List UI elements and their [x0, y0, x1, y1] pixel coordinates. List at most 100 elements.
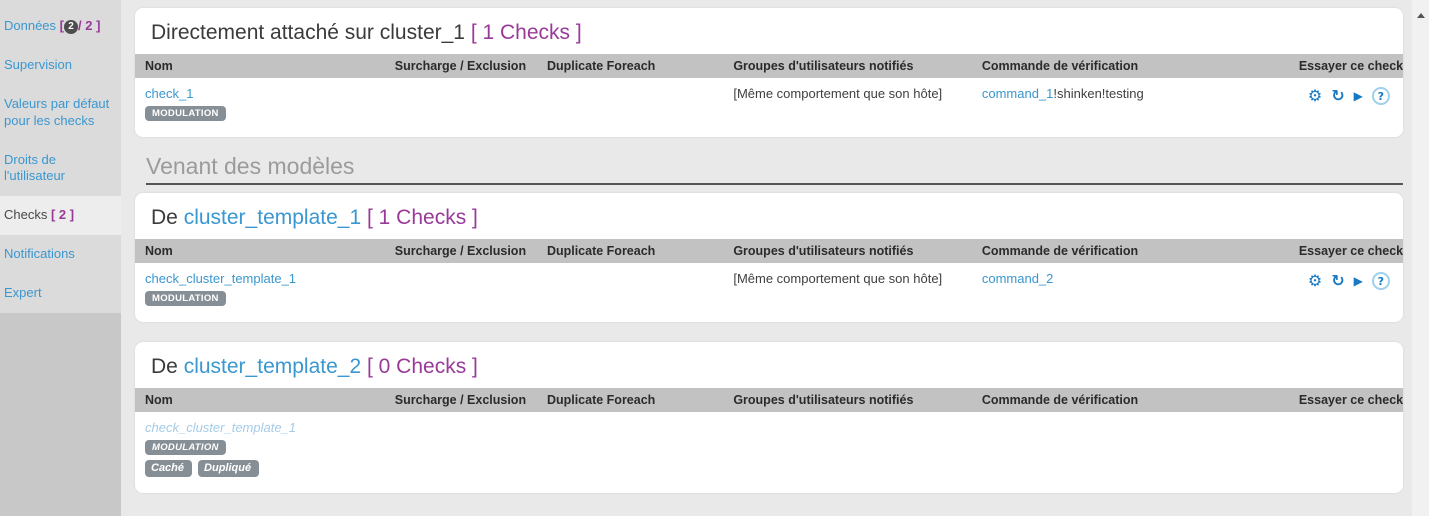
modulation-badge: MODULATION [145, 440, 226, 455]
card-title-count: [ 1 Checks ] [367, 206, 478, 229]
cell-name: check_cluster_template_1 MODULATION [135, 263, 385, 322]
column-header-groupes: Groupes d'utilisateurs notifiés [723, 388, 972, 412]
template-link[interactable]: cluster_template_2 [184, 355, 361, 378]
column-header-groupes: Groupes d'utilisateurs notifiés [723, 239, 972, 263]
table-header-row: Nom Surcharge / Exclusion Duplicate Fore… [135, 388, 1403, 412]
cell-name: check_cluster_template_1 MODULATION Cach… [135, 412, 385, 493]
sidebar: Données [2/ 2 ] Supervision Valeurs par … [0, 0, 121, 516]
column-header-duplicate: Duplicate Foreach [537, 54, 723, 78]
table-header-row: Nom Surcharge / Exclusion Duplicate Fore… [135, 54, 1403, 78]
sidebar-item-expert[interactable]: Expert [0, 274, 121, 313]
cell-command: command_2 [972, 263, 1289, 322]
sidebar-item-droits-utilisateur[interactable]: Droits de l'utilisateur [0, 141, 121, 197]
column-header-nom: Nom [135, 388, 385, 412]
cell-groups: [Même comportement que son hôte] [723, 263, 972, 322]
checks-table-template-1: Nom Surcharge / Exclusion Duplicate Fore… [135, 239, 1403, 322]
check-link[interactable]: check_1 [145, 86, 193, 101]
card-title-count: [ 1 Checks ] [471, 21, 582, 44]
duplique-tag: Dupliqué [198, 460, 259, 477]
cell-command: command_1!shinken!testing [972, 78, 1289, 137]
sidebar-item-count: [2/ 2 ] [60, 18, 101, 33]
check-link[interactable]: check_cluster_template_1 [145, 420, 296, 435]
cell-actions: ⚙ ↻ ▶? [1289, 78, 1403, 137]
card-title: De cluster_template_2 [ 0 Checks ] [135, 342, 1403, 388]
help-icon[interactable]: ? [1372, 272, 1390, 290]
cell-surcharge [385, 263, 537, 322]
template-link[interactable]: cluster_template_1 [184, 206, 361, 229]
scroll-up-arrow-icon[interactable] [1417, 13, 1425, 18]
column-header-commande: Commande de vérification [972, 239, 1289, 263]
column-header-commande: Commande de vérification [972, 388, 1289, 412]
table-row: check_cluster_template_1 MODULATION [Mêm… [135, 263, 1403, 322]
sidebar-item-label: Checks [4, 207, 47, 222]
cell-groups: [Même comportement que son hôte] [723, 78, 972, 137]
gear-icon[interactable]: ⚙ [1308, 86, 1322, 105]
column-header-duplicate: Duplicate Foreach [537, 388, 723, 412]
cell-groups [723, 412, 972, 493]
sidebar-item-supervision[interactable]: Supervision [0, 46, 121, 85]
column-header-surcharge: Surcharge / Exclusion [385, 54, 537, 78]
checks-table-template-2: Nom Surcharge / Exclusion Duplicate Fore… [135, 388, 1403, 493]
main-content: Directement attaché sur cluster_1 [ 1 Ch… [121, 0, 1412, 516]
sidebar-item-label: Notifications [4, 246, 75, 261]
check-link[interactable]: check_cluster_template_1 [145, 271, 296, 286]
gear-icon[interactable]: ⚙ [1308, 271, 1322, 290]
command-args: !shinken!testing [1053, 86, 1143, 101]
play-icon[interactable]: ▶ [1354, 89, 1363, 103]
column-header-nom: Nom [135, 54, 385, 78]
cell-surcharge [385, 412, 537, 493]
card-title-prefix: De [151, 206, 178, 229]
sidebar-item-label: Valeurs par défaut pour les checks [4, 96, 109, 128]
card-title-prefix: De [151, 355, 178, 378]
command-link[interactable]: command_1 [982, 86, 1054, 101]
column-header-commande: Commande de vérification [972, 54, 1289, 78]
modulation-badge: MODULATION [145, 291, 226, 306]
cache-tag: Caché [145, 460, 192, 477]
table-header-row: Nom Surcharge / Exclusion Duplicate Fore… [135, 239, 1403, 263]
column-header-essayer: Essayer ce check [1289, 239, 1403, 263]
column-header-nom: Nom [135, 239, 385, 263]
modulation-badge: MODULATION [145, 106, 226, 121]
cell-surcharge [385, 78, 537, 137]
sync-icon[interactable]: ↻ [1331, 86, 1344, 105]
sidebar-item-count: [ 2 ] [51, 207, 74, 222]
card-template-2: De cluster_template_2 [ 0 Checks ] Nom S… [135, 342, 1403, 493]
sidebar-item-label: Droits de l'utilisateur [4, 152, 65, 184]
cell-command [972, 412, 1289, 493]
vertical-scrollbar[interactable] [1412, 0, 1429, 516]
sidebar-item-label: Expert [4, 285, 42, 300]
card-template-1: De cluster_template_1 [ 1 Checks ] Nom S… [135, 193, 1403, 322]
cell-duplicate [537, 263, 723, 322]
column-header-surcharge: Surcharge / Exclusion [385, 388, 537, 412]
card-title: Directement attaché sur cluster_1 [ 1 Ch… [135, 8, 1403, 54]
sidebar-menu: Données [2/ 2 ] Supervision Valeurs par … [0, 0, 121, 313]
column-header-groupes: Groupes d'utilisateurs notifiés [723, 54, 972, 78]
templates-section-heading: Venant des modèles [146, 153, 1403, 185]
count-badge: 2 [64, 20, 78, 34]
bracket-rest: / 2 ] [78, 18, 100, 33]
table-row: check_1 MODULATION [Même comportement qu… [135, 78, 1403, 137]
cell-duplicate [537, 412, 723, 493]
cell-actions [1289, 412, 1403, 493]
cell-name: check_1 MODULATION [135, 78, 385, 137]
table-row-hidden: check_cluster_template_1 MODULATION Cach… [135, 412, 1403, 493]
cell-duplicate [537, 78, 723, 137]
command-link[interactable]: command_2 [982, 271, 1054, 286]
sidebar-item-notifications[interactable]: Notifications [0, 235, 121, 274]
column-header-essayer: Essayer ce check [1289, 54, 1403, 78]
sync-icon[interactable]: ↻ [1331, 271, 1344, 290]
cell-actions: ⚙ ↻ ▶? [1289, 263, 1403, 322]
card-title-text: Directement attaché sur cluster_1 [151, 21, 465, 44]
play-icon[interactable]: ▶ [1354, 274, 1363, 288]
column-header-duplicate: Duplicate Foreach [537, 239, 723, 263]
sidebar-item-donnees[interactable]: Données [2/ 2 ] [0, 7, 121, 46]
checks-table-direct: Nom Surcharge / Exclusion Duplicate Fore… [135, 54, 1403, 137]
sidebar-item-label: Supervision [4, 57, 72, 72]
card-direct-checks: Directement attaché sur cluster_1 [ 1 Ch… [135, 8, 1403, 137]
sidebar-item-label: Données [4, 18, 56, 33]
card-title: De cluster_template_1 [ 1 Checks ] [135, 193, 1403, 239]
sidebar-item-checks[interactable]: Checks [ 2 ] [0, 196, 121, 235]
column-header-essayer: Essayer ce check [1289, 388, 1403, 412]
help-icon[interactable]: ? [1372, 87, 1390, 105]
sidebar-item-valeurs-par-defaut[interactable]: Valeurs par défaut pour les checks [0, 85, 121, 141]
